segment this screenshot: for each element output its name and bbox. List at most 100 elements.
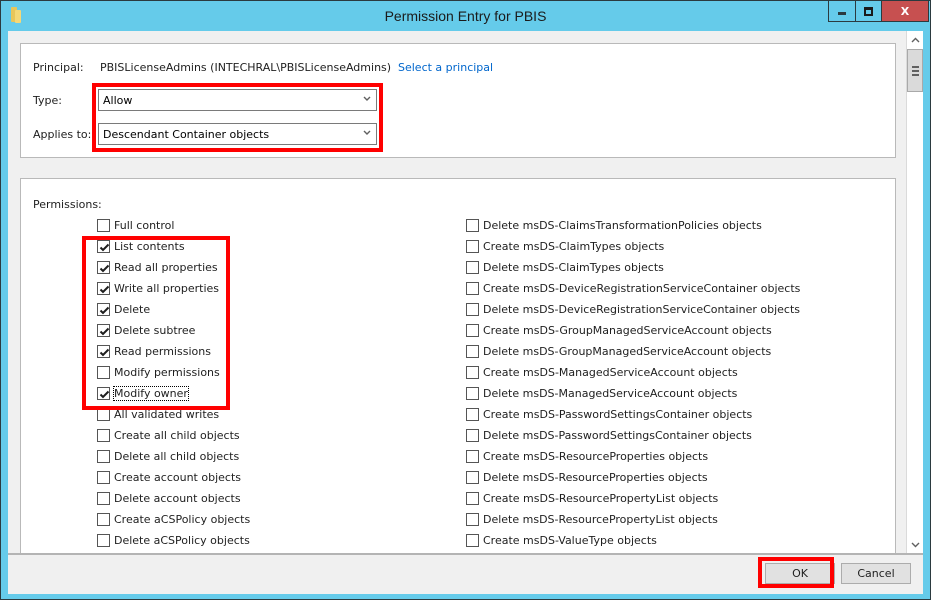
permission-item[interactable]: Delete aCSPolicy objects: [97, 532, 250, 549]
permission-checkbox[interactable]: [97, 429, 110, 442]
permission-label: Delete msDS-ClaimTypes objects: [483, 261, 664, 274]
permission-item[interactable]: Delete account objects: [97, 490, 241, 507]
permission-checkbox[interactable]: [466, 429, 479, 442]
permission-checkbox[interactable]: [466, 492, 479, 505]
permission-label: Create account objects: [114, 471, 241, 484]
permission-item[interactable]: Delete: [97, 301, 150, 318]
close-button[interactable]: X: [882, 1, 929, 22]
permission-checkbox[interactable]: [466, 282, 479, 295]
permission-checkbox[interactable]: [466, 387, 479, 400]
checkmark-icon: [99, 390, 110, 399]
permission-checkbox[interactable]: [97, 219, 110, 232]
permission-checkbox[interactable]: [97, 387, 110, 400]
permission-label: Delete msDS-GroupManagedServiceAccount o…: [483, 345, 772, 358]
applies-to-selected-value: Descendant Container objects: [103, 127, 270, 141]
permission-checkbox[interactable]: [466, 471, 479, 484]
cancel-button[interactable]: Cancel: [841, 563, 911, 584]
permission-checkbox[interactable]: [97, 366, 110, 379]
permission-label: Create aCSPolicy objects: [114, 513, 251, 526]
permission-checkbox[interactable]: [97, 450, 110, 463]
permission-item[interactable]: Delete msDS-PasswordSettingsContainer ob…: [466, 427, 752, 444]
permission-checkbox[interactable]: [97, 471, 110, 484]
close-icon: X: [900, 4, 910, 18]
permission-item[interactable]: Create msDS-GroupManagedServiceAccount o…: [466, 322, 772, 339]
permission-label: Delete msDS-PasswordSettingsContainer ob…: [483, 429, 752, 442]
permission-label: Delete account objects: [114, 492, 241, 505]
scroll-up-button[interactable]: [907, 31, 923, 48]
permission-label: Delete all child objects: [114, 450, 240, 463]
permission-item[interactable]: Create msDS-PasswordSettingsContainer ob…: [466, 406, 752, 423]
permission-item[interactable]: Delete msDS-ResourceProperties objects: [466, 469, 708, 486]
scroll-thumb[interactable]: [907, 49, 923, 92]
permission-label: Create msDS-ValueType objects: [483, 534, 657, 547]
permission-checkbox[interactable]: [97, 492, 110, 505]
permission-checkbox[interactable]: [97, 408, 110, 421]
permission-item[interactable]: Create msDS-ValueType objects: [466, 532, 657, 549]
permission-checkbox[interactable]: [466, 219, 479, 232]
permission-item[interactable]: Create all child objects: [97, 427, 240, 444]
permission-checkbox[interactable]: [466, 261, 479, 274]
permission-item[interactable]: Read all properties: [97, 259, 218, 276]
permission-checkbox[interactable]: [97, 240, 110, 253]
permission-checkbox[interactable]: [466, 366, 479, 379]
maximize-button[interactable]: [855, 1, 882, 22]
permission-checkbox[interactable]: [466, 324, 479, 337]
permission-checkbox[interactable]: [466, 534, 479, 547]
permission-item[interactable]: Delete msDS-ResourcePropertyList objects: [466, 511, 718, 528]
scroll-down-button[interactable]: [907, 536, 923, 553]
permission-item[interactable]: Delete msDS-ManagedServiceAccount object…: [466, 385, 737, 402]
permission-label: Create msDS-PasswordSettingsContainer ob…: [483, 408, 753, 421]
permission-checkbox[interactable]: [466, 408, 479, 421]
permission-checkbox[interactable]: [97, 345, 110, 358]
permission-item[interactable]: Create msDS-ManagedServiceAccount object…: [466, 364, 738, 381]
permission-label: Delete msDS-ManagedServiceAccount object…: [483, 387, 738, 400]
window-title: Permission Entry for PBIS: [384, 8, 547, 24]
permission-item[interactable]: Create msDS-DeviceRegistrationServiceCon…: [466, 280, 800, 297]
type-selected-value: Allow: [103, 93, 133, 107]
title-bar[interactable]: Permission Entry for PBIS X: [1, 1, 930, 31]
permission-label: Delete: [114, 303, 151, 316]
permission-item[interactable]: Delete subtree: [97, 322, 195, 339]
permission-item[interactable]: List contents: [97, 238, 185, 255]
permission-label: Delete msDS-ClaimsTransformationPolicies…: [483, 219, 762, 232]
permission-item[interactable]: Modify permissions: [97, 364, 220, 381]
vertical-scrollbar[interactable]: [906, 31, 923, 553]
permission-checkbox[interactable]: [466, 240, 479, 253]
permission-checkbox[interactable]: [466, 513, 479, 526]
select-principal-link[interactable]: Select a principal: [398, 61, 493, 74]
permission-item[interactable]: Full control: [97, 217, 174, 234]
permission-checkbox[interactable]: [97, 282, 110, 295]
type-dropdown[interactable]: Allow: [98, 89, 377, 111]
permission-item[interactable]: Delete msDS-ClaimTypes objects: [466, 259, 664, 276]
permission-checkbox[interactable]: [97, 303, 110, 316]
permission-item[interactable]: Create aCSPolicy objects: [97, 511, 250, 528]
permission-item[interactable]: Modify owner: [97, 385, 189, 402]
applies-to-dropdown[interactable]: Descendant Container objects: [98, 123, 377, 145]
permission-item[interactable]: Delete msDS-GroupManagedServiceAccount o…: [466, 343, 771, 360]
permission-checkbox[interactable]: [466, 303, 479, 316]
permission-item[interactable]: Read permissions: [97, 343, 211, 360]
permission-item[interactable]: All validated writes: [97, 406, 219, 423]
permission-checkbox[interactable]: [97, 261, 110, 274]
ok-button[interactable]: OK: [765, 563, 835, 584]
permission-item[interactable]: Delete all child objects: [97, 448, 239, 465]
permission-label: Create msDS-ClaimTypes objects: [483, 240, 665, 253]
permission-item[interactable]: Create msDS-ResourcePropertyList objects: [466, 490, 718, 507]
permission-entry-window: Permission Entry for PBIS X Principal: P…: [0, 0, 931, 600]
permission-checkbox[interactable]: [97, 513, 110, 526]
permission-checkbox[interactable]: [97, 324, 110, 337]
permission-item[interactable]: Create msDS-ClaimTypes objects: [466, 238, 664, 255]
permission-checkbox[interactable]: [466, 450, 479, 463]
checkmark-icon: [99, 285, 110, 294]
checkmark-icon: [99, 327, 110, 336]
permission-item[interactable]: Write all properties: [97, 280, 219, 297]
permission-checkbox[interactable]: [466, 345, 479, 358]
minimize-button[interactable]: [828, 1, 855, 22]
permission-label: Create msDS-ManagedServiceAccount object…: [483, 366, 738, 379]
permission-item[interactable]: Delete msDS-DeviceRegistrationServiceCon…: [466, 301, 800, 318]
permission-label: Delete msDS-DeviceRegistrationServiceCon…: [483, 303, 800, 316]
permission-item[interactable]: Create msDS-ResourceProperties objects: [466, 448, 708, 465]
permission-item[interactable]: Create account objects: [97, 469, 241, 486]
permission-checkbox[interactable]: [97, 534, 110, 547]
permission-item[interactable]: Delete msDS-ClaimsTransformationPolicies…: [466, 217, 762, 234]
